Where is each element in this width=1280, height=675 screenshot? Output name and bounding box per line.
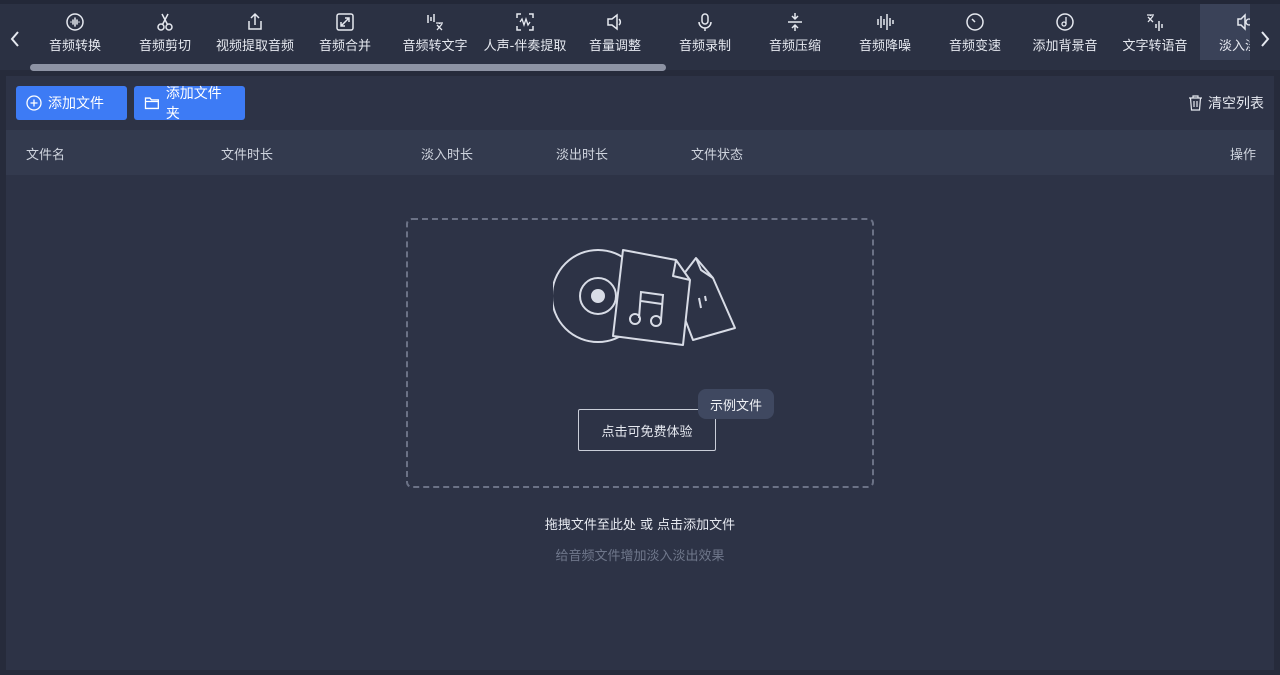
tool-label: 音频压缩 (768, 39, 821, 54)
tool-audio-to-text[interactable]: 音频转文字 (390, 4, 480, 60)
trash-icon (1189, 95, 1202, 111)
tool-audio-cut[interactable]: 音频剪切 (120, 4, 210, 60)
feature-toolbar: 音频转换 音频剪切 视频提取音频 音频合并 音频转文字 人声-伴奏提取 音量调整 (0, 0, 1280, 71)
tool-label: 音频转换 (48, 39, 101, 54)
tool-video-extract-audio[interactable]: 视频提取音频 (210, 4, 300, 60)
tool-audio-merge[interactable]: 音频合并 (300, 4, 390, 60)
column-fade-out: 淡出时长 (556, 148, 609, 163)
scissors-icon (157, 13, 173, 31)
feature-description: 给音频文件增加淡入淡出效果 (555, 549, 725, 564)
tool-fade[interactable]: 淡入淡出 (1200, 4, 1250, 60)
tool-audio-compress[interactable]: 音频压缩 (750, 4, 840, 60)
voice-extract-icon (516, 13, 534, 31)
add-folder-label: 添加文件夹 (165, 86, 222, 122)
merge-icon (336, 13, 354, 31)
tool-voice-extract[interactable]: 人声-伴奏提取 (480, 4, 570, 60)
column-file-name: 文件名 (26, 148, 66, 163)
column-fade-in: 淡入时长 (421, 148, 474, 163)
plus-circle-icon (26, 95, 42, 111)
tool-volume-adjust[interactable]: 音量调整 (570, 4, 660, 60)
audio-convert-icon (66, 13, 84, 31)
tool-noise-reduction[interactable]: 音频降噪 (840, 4, 930, 60)
column-status: 文件状态 (691, 148, 744, 163)
column-actions: 操作 (1229, 148, 1256, 163)
tool-text-to-speech[interactable]: 文字转语音 (1110, 4, 1200, 60)
free-trial-button[interactable]: 点击可免费体验 (578, 409, 716, 451)
main-panel: 添加文件 添加文件夹 清空列表 文件名 文件时长 淡入时长 淡出时长 文件状态 … (6, 76, 1274, 670)
compress-icon (788, 13, 802, 31)
toolbar-scrollbar[interactable] (30, 64, 1250, 71)
tool-audio-convert[interactable]: 音频转换 (30, 4, 120, 60)
scroll-left-button[interactable] (0, 8, 30, 70)
audio-files-illustration (553, 249, 736, 346)
speech-to-text-icon (427, 14, 443, 31)
tool-label: 人声-伴奏提取 (483, 39, 567, 54)
upload-icon (248, 12, 262, 30)
tool-label: 淡入淡出 (1218, 39, 1250, 54)
tool-label: 音频转文字 (402, 39, 468, 54)
scrollbar-thumb[interactable] (30, 64, 666, 71)
volume-icon (607, 13, 622, 31)
tool-label: 音频降噪 (858, 39, 911, 54)
add-folder-button[interactable]: 添加文件夹 (134, 86, 245, 122)
drop-hint-text: 拖拽文件至此处 或 点击添加文件 (544, 518, 736, 533)
add-file-button[interactable]: 添加文件 (16, 86, 127, 120)
tool-add-background[interactable]: 添加背景音 (1020, 4, 1110, 60)
chevron-right-icon (1261, 31, 1270, 47)
column-duration: 文件时长 (221, 148, 274, 163)
speed-icon (966, 13, 984, 31)
tool-audio-speed[interactable]: 音频变速 (930, 4, 1020, 60)
music-disc-icon (1056, 13, 1074, 31)
clear-list-label: 清空列表 (1208, 96, 1264, 112)
fade-icon (1237, 13, 1250, 31)
add-file-label: 添加文件 (48, 96, 104, 112)
chevron-left-icon (10, 31, 19, 47)
text-to-speech-icon (1147, 14, 1163, 31)
folder-icon (144, 97, 159, 110)
tool-label: 音量调整 (588, 39, 641, 54)
file-dropzone[interactable]: 点击可免费体验 示例文件 (406, 218, 874, 488)
tool-label: 音频变速 (948, 39, 1001, 54)
clear-list-button[interactable]: 清空列表 (1188, 93, 1264, 113)
tool-list: 音频转换 音频剪切 视频提取音频 音频合并 音频转文字 人声-伴奏提取 音量调整 (30, 4, 1250, 64)
sample-file-tag[interactable]: 示例文件 (698, 389, 774, 419)
microphone-icon (698, 13, 712, 31)
tool-label: 视频提取音频 (215, 39, 294, 54)
tool-label: 文字转语音 (1122, 39, 1188, 54)
noise-reduction-icon (877, 14, 894, 30)
tool-label: 音频剪切 (138, 39, 191, 54)
tool-audio-record[interactable]: 音频录制 (660, 4, 750, 60)
tool-label: 音频合并 (318, 39, 371, 54)
tool-label: 添加背景音 (1032, 39, 1098, 54)
tool-label: 音频录制 (678, 39, 731, 54)
scroll-right-button[interactable] (1250, 8, 1280, 70)
file-table-header: 文件名 文件时长 淡入时长 淡出时长 文件状态 操作 (6, 130, 1274, 175)
